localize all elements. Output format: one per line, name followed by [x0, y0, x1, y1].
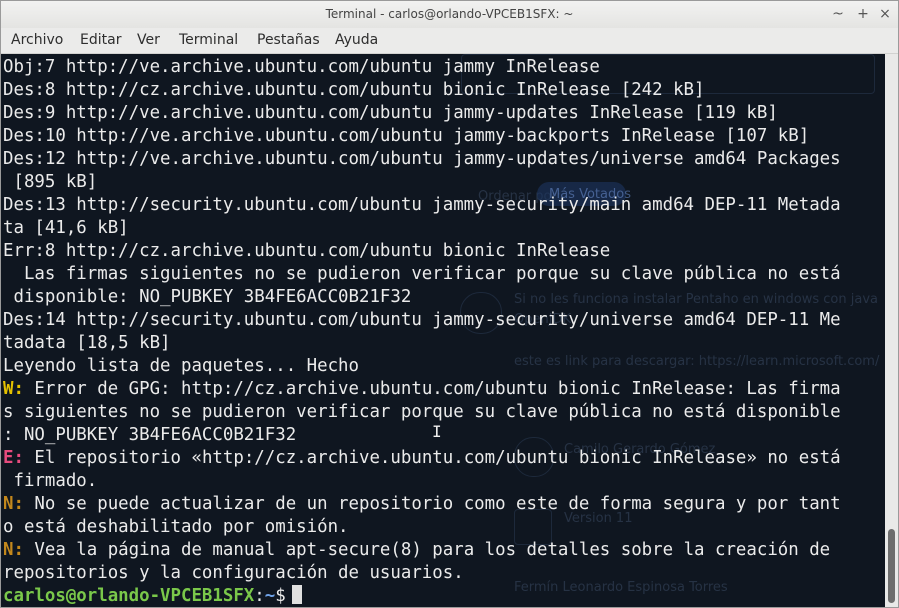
terminal-line: Des:8 http://cz.archive.ubuntu.com/ubunt…	[3, 79, 841, 102]
line-text: : NO_PUBKEY 3B4FE6ACC0B21F32	[3, 425, 297, 445]
terminal-line: Obj:7 http://ve.archive.ubuntu.com/ubunt…	[3, 56, 841, 79]
line-text: Err:8 http://cz.archive.ubuntu.com/ubunt…	[3, 241, 611, 261]
terminal-line: ta [41,6 kB]	[3, 217, 841, 240]
maximize-button[interactable]: +	[852, 4, 874, 24]
terminal-line: Des:12 http://ve.archive.ubuntu.com/ubun…	[3, 148, 841, 171]
line-text: Las firmas siguientes no se pudieron ver…	[3, 264, 841, 284]
message-prefix: E:	[3, 448, 24, 468]
line-text: disponible: NO_PUBKEY 3B4FE6ACC0B21F32	[3, 287, 412, 307]
terminal-line: repositorios y la configuración de usuar…	[3, 562, 841, 585]
line-text: Vea la página de manual apt-secure(8) pa…	[23, 540, 831, 560]
terminal-line: tadata [18,5 kB]	[3, 332, 841, 355]
message-prefix: N:	[3, 540, 24, 560]
menu-archivo[interactable]: Archivo	[11, 32, 63, 48]
line-text: ta [41,6 kB]	[3, 218, 129, 238]
terminal-line: firmado.	[3, 470, 841, 493]
terminal-output: Obj:7 http://ve.archive.ubuntu.com/ubunt…	[3, 56, 841, 607]
message-prefix: W:	[3, 379, 24, 399]
terminal-line: disponible: NO_PUBKEY 3B4FE6ACC0B21F32	[3, 286, 841, 309]
prompt-symbol: $	[275, 586, 286, 606]
terminal-line: o está deshabilitado por omisión.	[3, 516, 841, 539]
terminal-line: Las firmas siguientes no se pudieron ver…	[3, 263, 841, 286]
prompt-path: ~	[264, 586, 276, 606]
line-text: Obj:7 http://ve.archive.ubuntu.com/ubunt…	[3, 57, 600, 77]
menu-pestanas[interactable]: Pestañas	[257, 32, 320, 48]
line-text: No se puede actualizar de un repositorio…	[23, 494, 841, 514]
message-prefix: N:	[3, 494, 24, 514]
line-text: Des:14 http://security.ubuntu.com/ubuntu…	[3, 310, 841, 330]
line-text: Des:12 http://ve.archive.ubuntu.com/ubun…	[3, 149, 841, 169]
terminal-line: : NO_PUBKEY 3B4FE6ACC0B21F32	[3, 424, 841, 447]
terminal-line: Err:8 http://cz.archive.ubuntu.com/ubunt…	[3, 240, 841, 263]
terminal-line: Des:9 http://ve.archive.ubuntu.com/ubunt…	[3, 102, 841, 125]
line-text: tadata [18,5 kB]	[3, 333, 171, 353]
line-text: El repositorio «http://cz.archive.ubuntu…	[23, 448, 841, 468]
close-button[interactable]: ×	[874, 4, 896, 24]
line-text: Error de GPG: http://cz.archive.ubuntu.c…	[23, 379, 841, 399]
terminal-line: Des:14 http://security.ubuntu.com/ubuntu…	[3, 309, 841, 332]
prompt-separator: :	[254, 586, 265, 606]
scrollbar-thumb[interactable]	[888, 529, 895, 603]
terminal-area[interactable]: Ordenar por: Más Votados Si no les funci…	[1, 54, 885, 607]
terminal-line: E: El repositorio «http://cz.archive.ubu…	[3, 447, 841, 470]
terminal-line: Des:10 http://ve.archive.ubuntu.com/ubun…	[3, 125, 841, 148]
shell-prompt[interactable]: carlos@orlando-VPCEB1SFX:~$	[3, 585, 841, 607]
terminal-scrollbar[interactable]	[885, 54, 898, 607]
window-title: Terminal - carlos@orlando-VPCEB1SFX: ~	[325, 7, 574, 21]
menu-ayuda[interactable]: Ayuda	[335, 32, 378, 48]
menu-terminal[interactable]: Terminal	[179, 32, 238, 48]
terminal-line: s siguientes no se pudieron verificar po…	[3, 401, 841, 424]
line-text: Leyendo lista de paquetes... Hecho	[3, 356, 359, 376]
line-text: Des:8 http://cz.archive.ubuntu.com/ubunt…	[3, 80, 705, 100]
line-text: s siguientes no se pudieron verificar po…	[3, 402, 841, 422]
menu-bar: Archivo Editar Ver Terminal Pestañas Ayu…	[1, 28, 898, 54]
mouse-ibeam-cursor: I	[432, 422, 442, 441]
line-text: [895 kB]	[3, 172, 98, 192]
title-bar[interactable]: Terminal - carlos@orlando-VPCEB1SFX: ~ ~…	[1, 1, 898, 28]
terminal-window: Terminal - carlos@orlando-VPCEB1SFX: ~ ~…	[0, 0, 899, 608]
line-text: firmado.	[3, 471, 98, 491]
terminal-line: Des:13 http://security.ubuntu.com/ubuntu…	[3, 194, 841, 217]
terminal-line: [895 kB]	[3, 171, 841, 194]
prompt-user-host: carlos@orlando-VPCEB1SFX	[3, 586, 255, 606]
menu-ver[interactable]: Ver	[137, 32, 160, 48]
terminal-line: W: Error de GPG: http://cz.archive.ubunt…	[3, 378, 841, 401]
menu-editar[interactable]: Editar	[80, 32, 121, 48]
line-text: Des:13 http://security.ubuntu.com/ubuntu…	[3, 195, 841, 215]
line-text: o está deshabilitado por omisión.	[3, 517, 349, 537]
minimize-button[interactable]: ~	[827, 4, 849, 24]
terminal-line: N: No se puede actualizar de un reposito…	[3, 493, 841, 516]
text-cursor	[291, 585, 302, 604]
line-text: Des:10 http://ve.archive.ubuntu.com/ubun…	[3, 126, 810, 146]
terminal-line: Leyendo lista de paquetes... Hecho	[3, 355, 841, 378]
line-text: Des:9 http://ve.archive.ubuntu.com/ubunt…	[3, 103, 778, 123]
line-text: repositorios y la configuración de usuar…	[3, 563, 464, 583]
terminal-line: N: Vea la página de manual apt-secure(8)…	[3, 539, 841, 562]
